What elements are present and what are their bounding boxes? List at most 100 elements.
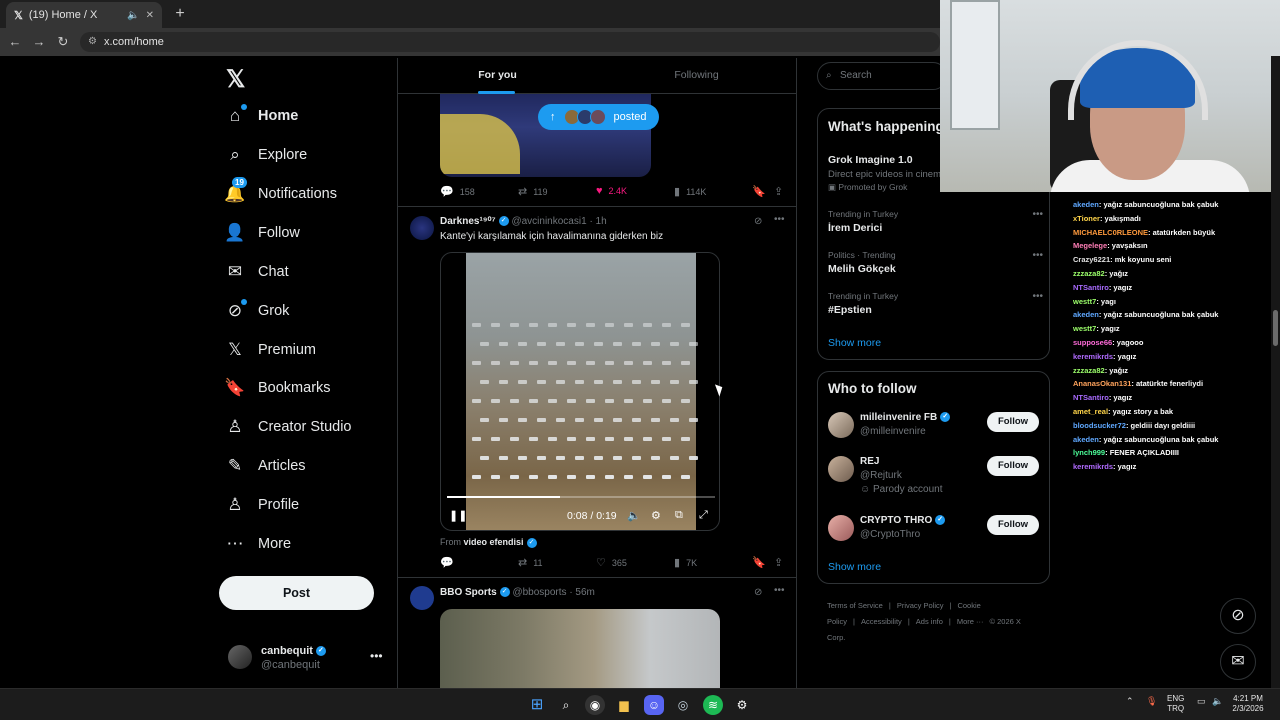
- x-logo-icon[interactable]: 𝕏: [226, 65, 245, 94]
- repost-button[interactable]: ⇄ 11: [518, 556, 543, 569]
- author-handle[interactable]: @bbosports: [512, 587, 566, 598]
- nav-item-more[interactable]: ⋯ More: [224, 529, 292, 559]
- start-icon[interactable]: ⊞: [527, 695, 547, 715]
- views-button[interactable]: ▮ 7K: [674, 556, 697, 569]
- trend-item[interactable]: Trending in Turkey #Epstien •••: [828, 291, 1043, 316]
- new-posts-pill[interactable]: ↑ posted: [538, 104, 659, 130]
- post-button[interactable]: Post: [219, 576, 374, 610]
- page-scrollbar[interactable]: [1271, 56, 1280, 688]
- discord-icon[interactable]: ☺: [644, 695, 664, 715]
- more-dots-icon[interactable]: •••: [1032, 291, 1043, 302]
- volume-icon[interactable]: 🔈: [627, 509, 641, 522]
- forward-icon[interactable]: →: [30, 33, 48, 51]
- nav-item-articles[interactable]: ✎ Articles: [224, 451, 306, 481]
- reply-button[interactable]: 💬 158: [440, 185, 475, 198]
- nav-item-creator-studio[interactable]: ♙ Creator Studio: [224, 412, 351, 442]
- volume-icon[interactable]: 🔈: [1212, 696, 1223, 707]
- nav-item-notifications[interactable]: 🔔 19 Notifications: [224, 177, 337, 209]
- more-dots-icon[interactable]: •••: [774, 214, 785, 225]
- search-input[interactable]: ⌕ Search: [817, 62, 947, 90]
- more-dots-icon[interactable]: •••: [370, 649, 383, 663]
- grok-button[interactable]: ⊘: [1220, 598, 1256, 634]
- more-dots-icon[interactable]: •••: [1032, 250, 1043, 261]
- author-name[interactable]: BBO Sports: [440, 587, 497, 598]
- messages-button[interactable]: ✉: [1220, 644, 1256, 680]
- reload-icon[interactable]: ↻: [54, 33, 72, 51]
- bookmark-button[interactable]: 🔖: [752, 556, 772, 569]
- nav-item-premium[interactable]: 𝕏 Premium: [224, 335, 316, 365]
- like-button[interactable]: ♡ 365: [596, 556, 627, 569]
- settings-icon[interactable]: ⚙: [651, 509, 661, 522]
- follow-button[interactable]: Follow: [987, 456, 1039, 476]
- steam-icon[interactable]: ◎: [673, 695, 693, 715]
- clock[interactable]: 4:21 PM 2/3/2026: [1228, 694, 1268, 714]
- speaker-icon[interactable]: 🔈: [127, 10, 139, 21]
- nav-item-home[interactable]: ⌂ Home: [224, 101, 298, 131]
- follow-suggestion[interactable]: milleinvenire FB ✓ @milleinvenire Follow: [828, 412, 1043, 452]
- back-icon[interactable]: ←: [6, 33, 24, 51]
- grok-icon[interactable]: ⊘: [754, 216, 762, 227]
- nav-item-explore[interactable]: ⌕ Explore: [224, 140, 307, 170]
- grok-icon[interactable]: ⊘: [754, 587, 762, 598]
- follow-suggestion[interactable]: CRYPTO THRO ✓ @CryptoThro Follow: [828, 515, 1043, 555]
- footer-link[interactable]: Ads info: [916, 617, 943, 626]
- chevron-up-icon[interactable]: ⌃: [1126, 696, 1134, 707]
- footer-link[interactable]: Accessibility: [861, 617, 902, 626]
- account-switcher[interactable]: canbequit ✓ @canbequit •••: [228, 643, 388, 677]
- repost-button[interactable]: ⇄ 119: [518, 185, 548, 198]
- reply-button[interactable]: 💬: [440, 556, 460, 569]
- folder-icon[interactable]: ▆: [614, 695, 634, 715]
- video-car: [499, 342, 508, 346]
- share-button[interactable]: ⇪: [774, 185, 789, 198]
- microphone-icon[interactable]: 🎙: [1146, 696, 1157, 707]
- nav-item-grok[interactable]: ⊘ Grok: [224, 296, 289, 326]
- pause-icon[interactable]: ❚❚: [449, 509, 467, 522]
- url-field[interactable]: ⚙ x.com/home: [80, 32, 940, 52]
- nav-item-bookmarks[interactable]: 🔖 Bookmarks: [224, 373, 330, 403]
- chat-text: : yağız: [1104, 365, 1129, 375]
- bookmark-button[interactable]: 🔖: [752, 185, 772, 198]
- new-tab-button[interactable]: +: [170, 4, 190, 24]
- author-name[interactable]: Darknes¹⁹⁰⁷: [440, 216, 496, 227]
- chrome-icon[interactable]: ◉: [585, 695, 605, 715]
- follow-button[interactable]: Follow: [987, 412, 1039, 432]
- post-media-image[interactable]: [440, 609, 720, 688]
- post-time[interactable]: 56m: [575, 587, 594, 598]
- video-player[interactable]: ❚❚ 0:08 / 0:19 🔈 ⚙ ⧉ ⤢: [440, 252, 720, 531]
- nav-item-profile[interactable]: ♙ Profile: [224, 490, 299, 520]
- close-icon[interactable]: ✕: [146, 10, 154, 21]
- nav-item-follow[interactable]: 👤 Follow: [224, 218, 300, 248]
- app-icon[interactable]: ⚙: [732, 695, 752, 715]
- follow-suggestion[interactable]: REJ @Rejturk ☺ Parody account Follow: [828, 456, 1043, 496]
- nav-item-chat[interactable]: ✉ Chat: [224, 257, 289, 287]
- spotify-icon[interactable]: ≋: [703, 695, 723, 715]
- more-dots-icon[interactable]: •••: [1032, 209, 1043, 220]
- language-indicator[interactable]: ENG TRQ: [1167, 694, 1184, 714]
- trend-item[interactable]: Trending in Turkey İrem Derici •••: [828, 209, 1043, 234]
- tab-for-you[interactable]: For you: [398, 58, 597, 94]
- trend-item[interactable]: Politics · Trending Melih Gökçek •••: [828, 250, 1043, 275]
- video-progress-bar[interactable]: [447, 496, 715, 498]
- like-button[interactable]: ♥ 2.4K: [596, 185, 627, 197]
- footer-link[interactable]: Privacy Policy: [897, 601, 944, 610]
- fullscreen-icon[interactable]: ⤢: [699, 509, 708, 522]
- site-info-icon[interactable]: ⚙: [88, 32, 97, 52]
- more-dots-icon[interactable]: •••: [774, 585, 785, 596]
- avatar[interactable]: [410, 586, 434, 610]
- share-button[interactable]: ⇪: [774, 556, 789, 569]
- network-icon[interactable]: ▭: [1197, 696, 1206, 707]
- show-more-link[interactable]: Show more: [828, 337, 881, 349]
- tab-following[interactable]: Following: [597, 58, 796, 94]
- follow-button[interactable]: Follow: [987, 515, 1039, 535]
- show-more-link[interactable]: Show more: [828, 561, 881, 573]
- browser-tab[interactable]: 𝕏 (19) Home / X 🔈 ✕: [6, 2, 162, 28]
- footer-link[interactable]: Terms of Service: [827, 601, 883, 610]
- views-button[interactable]: ▮ 114K: [674, 185, 706, 198]
- miniplayer-icon[interactable]: ⧉: [675, 509, 683, 522]
- footer-link[interactable]: More ···: [957, 617, 984, 626]
- author-handle[interactable]: @avcininkocasi1: [511, 216, 586, 227]
- source-link[interactable]: video efendisi: [464, 537, 524, 547]
- post-time[interactable]: 1h: [596, 216, 607, 227]
- search-icon[interactable]: ⌕: [556, 695, 576, 715]
- avatar[interactable]: [410, 216, 434, 240]
